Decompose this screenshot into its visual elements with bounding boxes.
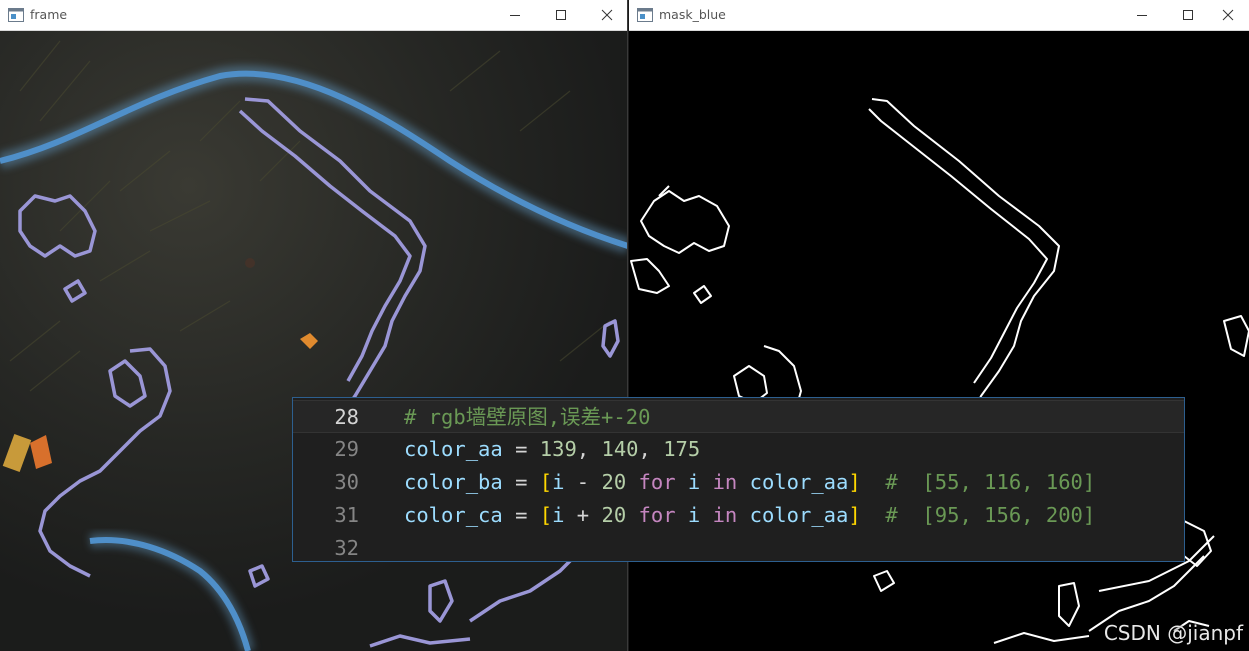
code-token: for bbox=[638, 503, 676, 527]
code-token: i bbox=[687, 470, 701, 494]
line-number: 29 bbox=[334, 437, 359, 461]
code-token: - bbox=[564, 470, 602, 494]
maximize-icon bbox=[1183, 10, 1193, 20]
code-token: = bbox=[502, 437, 540, 461]
code-token: i bbox=[687, 503, 701, 527]
code-line[interactable]: 28 # rgb墙壁原图,误差+-20 bbox=[293, 400, 1184, 433]
code-token: 139 bbox=[539, 437, 577, 461]
code-line[interactable]: 30 color_ba = [i - 20 for i in color_aa] … bbox=[293, 466, 1184, 499]
code-token: = bbox=[502, 470, 540, 494]
close-icon bbox=[601, 9, 613, 21]
code-token: , bbox=[576, 437, 602, 461]
close-button[interactable] bbox=[1205, 0, 1249, 30]
code-token: [ bbox=[539, 503, 553, 527]
code-text: color_aa = 139, 140, 175 bbox=[404, 433, 700, 466]
minimize-icon bbox=[1137, 15, 1147, 16]
code-token: = bbox=[502, 503, 540, 527]
code-token: 140 bbox=[601, 437, 639, 461]
window-title: frame bbox=[30, 7, 68, 22]
code-token: color_aa bbox=[749, 470, 849, 494]
code-token: # [95, 156, 200] bbox=[860, 503, 1096, 527]
code-token: 20 bbox=[601, 470, 627, 494]
code-token: ] bbox=[848, 503, 861, 527]
maximize-icon bbox=[556, 10, 566, 20]
code-token: # rgb墙壁原图,误差+-20 bbox=[404, 405, 651, 429]
code-token: in bbox=[712, 503, 738, 527]
code-token: color_aa bbox=[749, 503, 849, 527]
watermark: CSDN @jianpf bbox=[1103, 621, 1243, 645]
close-button[interactable] bbox=[584, 0, 627, 30]
code-line[interactable]: 29 color_aa = 139, 140, 175 bbox=[293, 433, 1184, 466]
code-text: color_ba = [i - 20 for i in color_aa] # … bbox=[404, 466, 1095, 499]
code-token: in bbox=[712, 470, 738, 494]
minimize-icon bbox=[510, 15, 520, 16]
code-token: i bbox=[552, 503, 565, 527]
code-token: for bbox=[638, 470, 676, 494]
code-token: color_ba bbox=[404, 470, 503, 494]
code-text: # rgb墙壁原图,误差+-20 bbox=[404, 401, 650, 434]
line-number: 32 bbox=[334, 536, 359, 560]
minimize-button[interactable] bbox=[492, 0, 538, 30]
maximize-button[interactable] bbox=[538, 0, 584, 30]
code-token: color_aa bbox=[404, 437, 503, 461]
frame-titlebar[interactable]: frame bbox=[0, 0, 627, 31]
code-text: color_ca = [i + 20 for i in color_aa] # … bbox=[404, 499, 1095, 532]
code-token: i bbox=[552, 470, 565, 494]
code-token: color_ca bbox=[404, 503, 503, 527]
code-token: 175 bbox=[663, 437, 701, 461]
code-token: # [55, 116, 160] bbox=[860, 470, 1096, 494]
line-number: 30 bbox=[334, 470, 359, 494]
line-number: 28 bbox=[334, 405, 359, 429]
mask-titlebar[interactable]: mask_blue bbox=[629, 0, 1249, 31]
code-token: [ bbox=[539, 470, 553, 494]
code-token: , bbox=[638, 437, 664, 461]
code-editor-panel: 28 # rgb墙壁原图,误差+-20 29 color_aa = 139, 140,… bbox=[292, 397, 1185, 562]
minimize-button[interactable] bbox=[1119, 0, 1165, 30]
window-title: mask_blue bbox=[659, 7, 726, 22]
code-token: + bbox=[564, 503, 602, 527]
code-line[interactable]: 31 color_ca = [i + 20 for i in color_aa] … bbox=[293, 499, 1184, 532]
code-token: ] bbox=[848, 470, 861, 494]
opencv-window-icon bbox=[8, 8, 24, 22]
close-icon bbox=[1222, 9, 1234, 21]
code-token: 20 bbox=[601, 503, 627, 527]
opencv-window-icon bbox=[637, 8, 653, 22]
code-line[interactable]: 32 bbox=[293, 532, 1184, 565]
line-number: 31 bbox=[334, 503, 359, 527]
